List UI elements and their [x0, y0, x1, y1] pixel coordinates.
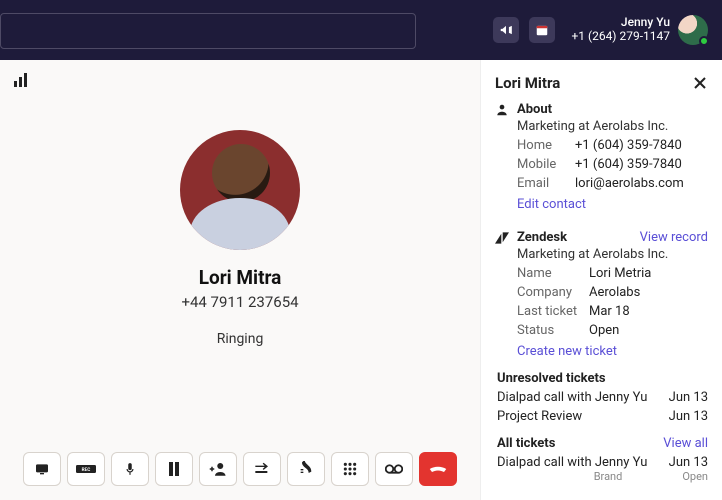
person-icon — [495, 103, 509, 117]
current-user[interactable]: Jenny Yu +1 (264) 279-1147 — [571, 15, 708, 45]
announce-icon[interactable] — [493, 17, 519, 43]
all-tickets-heading: All tickets — [497, 436, 555, 451]
zendesk-icon — [495, 232, 509, 244]
info-row: Mobile+1 (604) 359-7840 — [517, 157, 708, 172]
transfer-button[interactable] — [243, 452, 281, 486]
mute-button[interactable] — [111, 452, 149, 486]
info-label: Status — [517, 323, 589, 338]
info-row: Last ticketMar 18 — [517, 304, 708, 319]
info-value: Mar 18 — [589, 304, 708, 319]
top-bar: Jenny Yu +1 (264) 279-1147 — [0, 0, 722, 60]
call-status: Ringing — [217, 331, 264, 347]
svg-text:REC: REC — [82, 467, 91, 473]
info-label: Home — [517, 138, 575, 153]
info-label: Last ticket — [517, 304, 589, 319]
info-value: Aerolabs — [589, 285, 708, 300]
ticket-row[interactable]: Dialpad call with Jenny Yu Jun 13 — [497, 455, 708, 470]
close-icon[interactable] — [692, 75, 708, 91]
record-button[interactable]: REC — [67, 452, 105, 486]
zendesk-subtitle: Marketing at Aerolabs Inc. — [517, 247, 708, 262]
contact-photo — [180, 130, 300, 250]
ticket-subrow: Brand Open — [497, 470, 708, 483]
info-row: StatusOpen — [517, 323, 708, 338]
info-value: +1 (604) 359-7840 — [575, 157, 708, 172]
call-area: Lori Mitra +44 7911 237654 Ringing REC — [0, 60, 480, 500]
presence-indicator — [699, 36, 709, 46]
ticket-row[interactable]: Dialpad call with Jenny Yu Jun 13 — [497, 390, 708, 405]
hangup-button[interactable] — [419, 452, 457, 486]
user-text: Jenny Yu +1 (264) 279-1147 — [571, 16, 670, 44]
dialpad-button[interactable] — [331, 452, 369, 486]
zendesk-heading: Zendesk — [495, 230, 567, 245]
add-participant-button[interactable] — [199, 452, 237, 486]
call-controls: REC — [23, 452, 457, 486]
contact-panel: Lori Mitra About Marketing at Aerolabs I… — [480, 60, 722, 500]
signal-icon — [14, 72, 29, 91]
call-number: +44 7911 237654 — [181, 293, 298, 311]
ticket-title: Dialpad call with Jenny Yu — [497, 390, 647, 405]
info-value: Lori Metria — [589, 266, 708, 281]
ticket-date: Jun 13 — [669, 390, 708, 405]
info-label: Mobile — [517, 157, 575, 172]
ticket-brand: Brand — [594, 470, 623, 483]
view-all-link[interactable]: View all — [663, 436, 708, 451]
screenshare-button[interactable] — [23, 452, 61, 486]
calendar-icon[interactable] — [529, 17, 555, 43]
info-row: Home+1 (604) 359-7840 — [517, 138, 708, 153]
edit-contact-link[interactable]: Edit contact — [517, 197, 586, 212]
info-value: +1 (604) 359-7840 — [575, 138, 708, 153]
info-row: NameLori Metria — [517, 266, 708, 281]
ticket-status: Open — [682, 470, 708, 483]
create-ticket-link[interactable]: Create new ticket — [517, 344, 617, 359]
search-input[interactable] — [1, 24, 415, 39]
hold-button[interactable] — [155, 452, 193, 486]
info-label: Company — [517, 285, 589, 300]
call-name: Lori Mitra — [199, 266, 282, 289]
info-value: Open — [589, 323, 708, 338]
ticket-title: Project Review — [497, 409, 582, 424]
unresolved-heading: Unresolved tickets — [497, 371, 708, 386]
about-heading: About — [495, 102, 708, 117]
ticket-title: Dialpad call with Jenny Yu — [497, 455, 647, 470]
voicemail-button[interactable] — [375, 452, 413, 486]
info-value: lori@aerolabs.com — [575, 176, 708, 191]
ticket-date: Jun 13 — [669, 455, 708, 470]
view-record-link[interactable]: View record — [640, 230, 708, 245]
panel-title: Lori Mitra — [495, 74, 560, 92]
info-label: Name — [517, 266, 589, 281]
ticket-row[interactable]: Project Review Jun 13 — [497, 409, 708, 424]
about-subtitle: Marketing at Aerolabs Inc. — [517, 119, 708, 134]
avatar — [678, 15, 708, 45]
info-row: CompanyAerolabs — [517, 285, 708, 300]
park-button[interactable] — [287, 452, 325, 486]
search-field[interactable] — [0, 13, 416, 49]
user-phone: +1 (264) 279-1147 — [571, 30, 670, 44]
info-label: Email — [517, 176, 575, 191]
user-name: Jenny Yu — [571, 16, 670, 30]
ticket-date: Jun 13 — [669, 409, 708, 424]
info-row: Emaillori@aerolabs.com — [517, 176, 708, 191]
